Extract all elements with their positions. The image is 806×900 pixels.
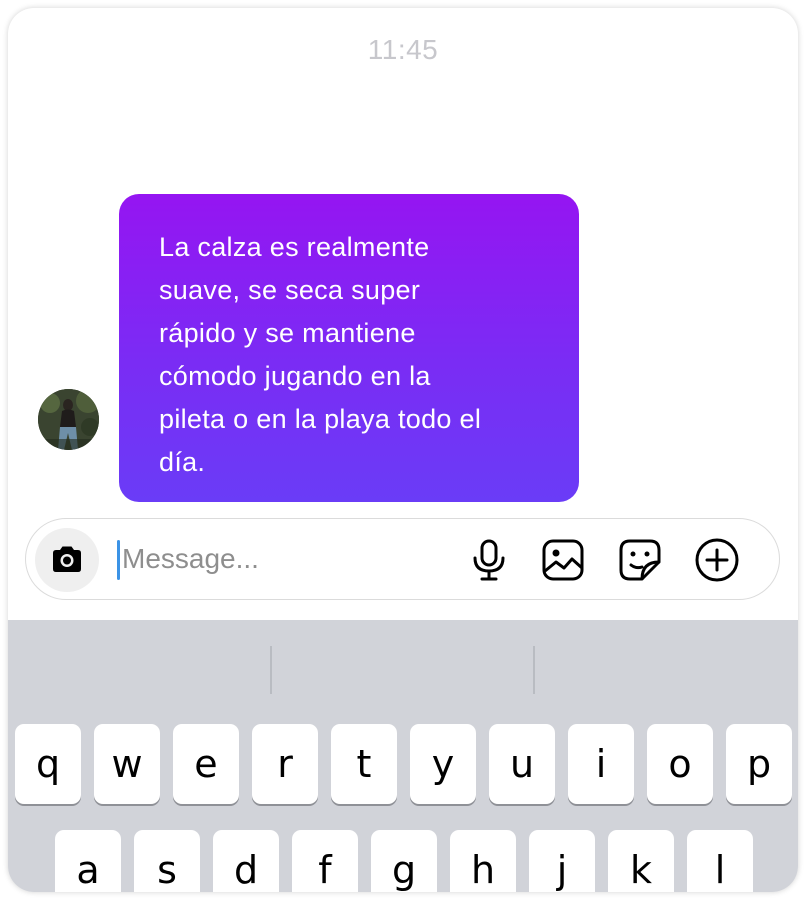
camera-icon <box>53 546 81 572</box>
suggestion-divider <box>533 646 535 694</box>
key-j[interactable]: j <box>529 830 595 892</box>
message-composer <box>25 518 780 600</box>
suggestion-divider <box>270 646 272 694</box>
message-line: La calza es realmente <box>159 232 430 262</box>
sticker-icon <box>619 539 661 581</box>
message-line: suave, se seca super <box>159 275 421 305</box>
key-a[interactable]: a <box>55 830 121 892</box>
key-q[interactable]: q <box>15 724 81 804</box>
avatar-photo <box>38 389 99 450</box>
key-r[interactable]: r <box>252 724 318 804</box>
key-l[interactable]: l <box>687 830 753 892</box>
message-line: rápido y se mantiene <box>159 318 416 348</box>
message-line: pileta o en la playa todo el <box>159 404 482 434</box>
plus-icon <box>695 538 739 582</box>
key-y[interactable]: y <box>410 724 476 804</box>
received-message-bubble[interactable]: La calza es realmente suave, se seca sup… <box>119 194 579 502</box>
key-t[interactable]: t <box>331 724 397 804</box>
key-k[interactable]: k <box>608 830 674 892</box>
key-h[interactable]: h <box>450 830 516 892</box>
text-cursor <box>117 540 120 580</box>
message-line: día. <box>159 447 206 477</box>
message-input[interactable] <box>122 537 422 581</box>
key-e[interactable]: e <box>173 724 239 804</box>
camera-button[interactable] <box>35 528 99 592</box>
key-s[interactable]: s <box>134 830 200 892</box>
key-o[interactable]: o <box>647 724 713 804</box>
keyboard: q w e r t y u i o p a s d f g h j k l <box>8 620 798 892</box>
key-p[interactable]: p <box>726 724 792 804</box>
message-line: cómodo jugando en la <box>159 361 431 391</box>
key-w[interactable]: w <box>94 724 160 804</box>
message-timestamp: 11:45 <box>367 34 439 65</box>
key-i[interactable]: i <box>568 724 634 804</box>
key-g[interactable]: g <box>371 830 437 892</box>
gallery-icon <box>542 539 584 581</box>
key-d[interactable]: d <box>213 830 279 892</box>
key-u[interactable]: u <box>489 724 555 804</box>
microphone-icon <box>473 539 505 581</box>
key-f[interactable]: f <box>292 830 358 892</box>
more-options-button[interactable] <box>694 537 740 583</box>
chat-screen: 11:45 La calza es realmente suave, se se… <box>8 8 798 892</box>
gallery-button[interactable] <box>540 537 586 583</box>
microphone-button[interactable] <box>466 537 512 583</box>
avatar[interactable] <box>38 389 99 450</box>
sticker-button[interactable] <box>617 537 663 583</box>
